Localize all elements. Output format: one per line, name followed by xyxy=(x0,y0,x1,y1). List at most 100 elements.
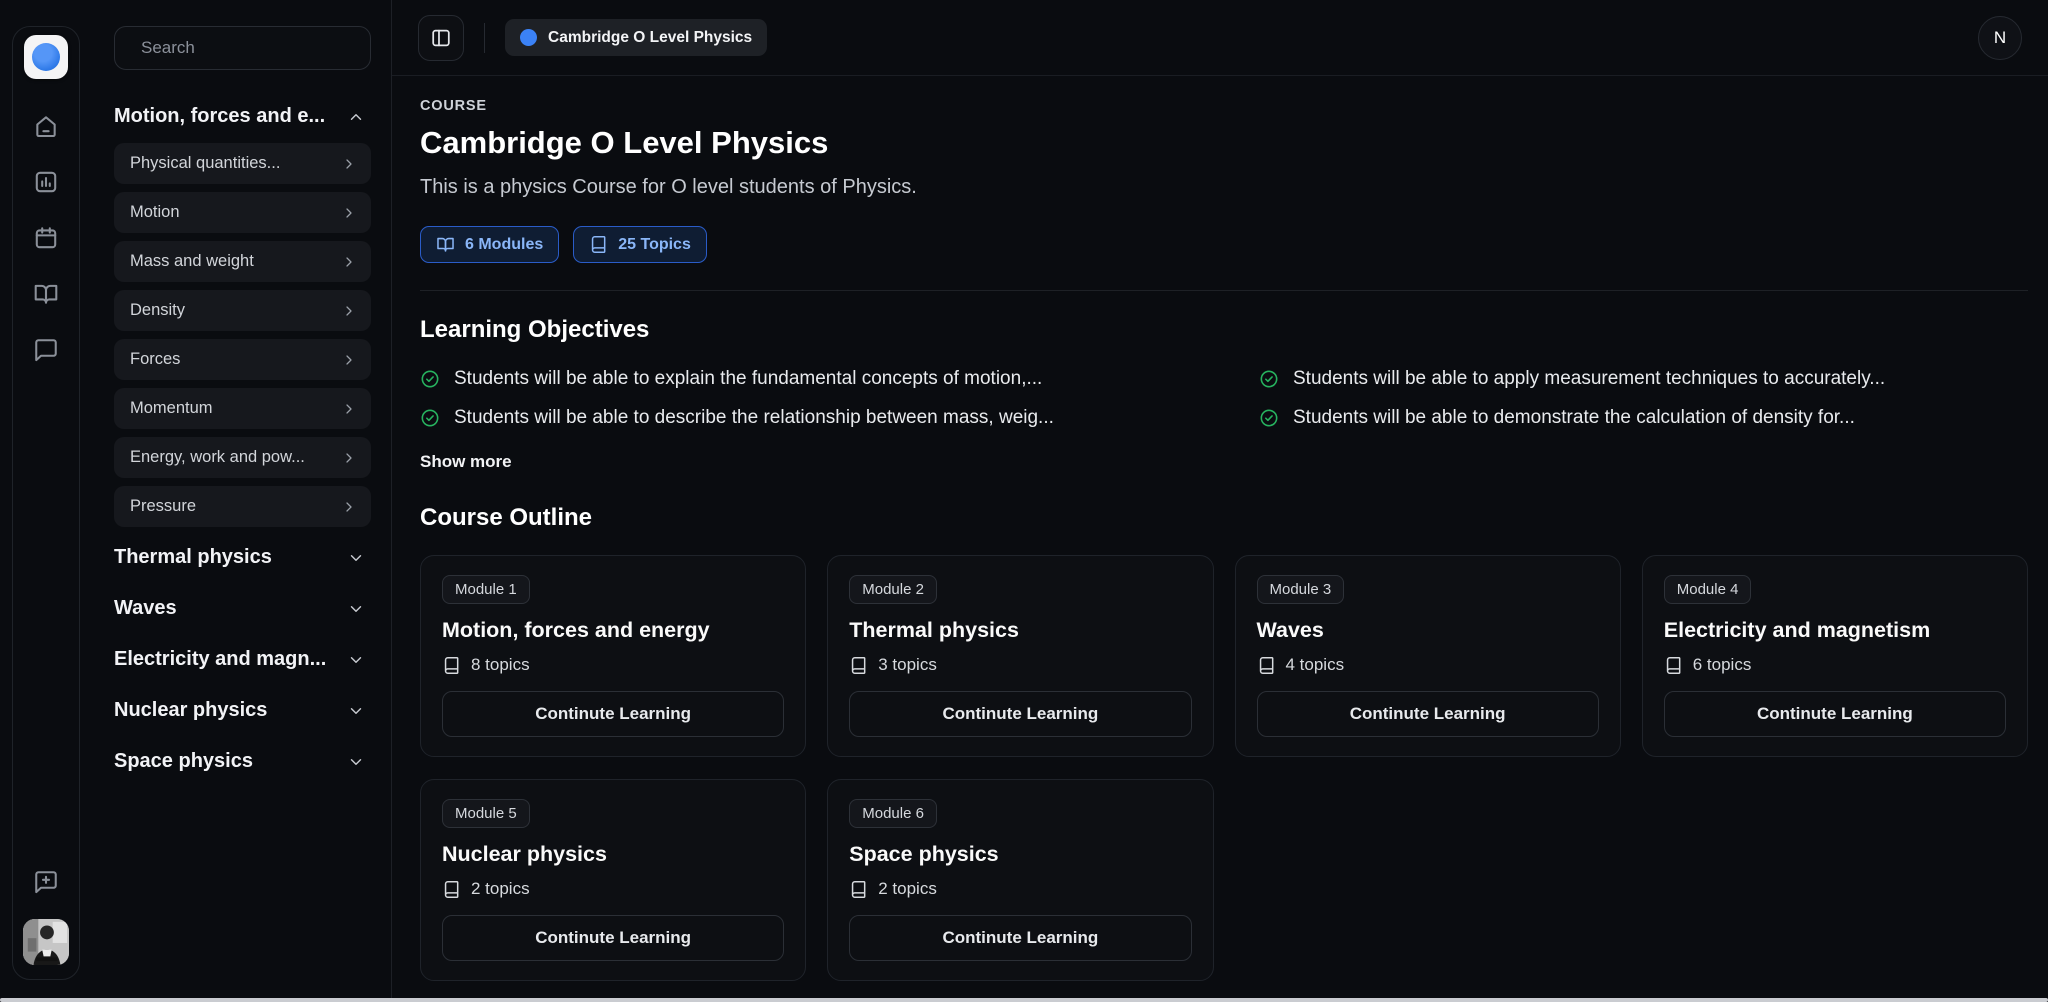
search-input[interactable] xyxy=(141,38,362,58)
module-badge: Module 5 xyxy=(442,799,530,828)
module-card-nuclear-physics: Module 5 Nuclear physics 2 topics Contin… xyxy=(420,779,806,981)
sidebar-item-momentum[interactable]: Momentum xyxy=(114,388,371,429)
chevron-right-icon xyxy=(341,205,357,221)
continue-learning-button[interactable]: Continute Learning xyxy=(849,691,1191,737)
module-badge: Module 6 xyxy=(849,799,937,828)
section-label: Space physics xyxy=(114,750,253,773)
chevron-right-icon xyxy=(341,303,357,319)
continue-learning-button[interactable]: Continute Learning xyxy=(1664,691,2006,737)
sidebar-item-label: Physical quantities... xyxy=(130,154,280,173)
sidebar-item-label: Density xyxy=(130,301,185,320)
continue-learning-button[interactable]: Continute Learning xyxy=(849,915,1191,961)
book-icon xyxy=(442,656,461,675)
rail-calendar-button[interactable] xyxy=(33,225,59,251)
chevron-down-icon xyxy=(347,600,365,618)
breadcrumb-label: Cambridge O Level Physics xyxy=(548,29,752,47)
sidebar-item-label: Motion xyxy=(130,203,180,222)
rail-chat-button[interactable] xyxy=(33,337,59,363)
objective-text: Students will be able to apply measureme… xyxy=(1293,368,1885,390)
rail-bottom xyxy=(23,869,69,965)
breadcrumb[interactable]: Cambridge O Level Physics xyxy=(505,19,767,56)
topics-count: 3 topics xyxy=(878,655,937,675)
course-stat-badge[interactable]: 6 Modules xyxy=(420,226,559,263)
module-badge: Module 2 xyxy=(849,575,937,604)
continue-learning-button[interactable]: Continute Learning xyxy=(442,691,784,737)
objective-text: Students will be able to describe the re… xyxy=(454,407,1054,429)
course-stat-badge[interactable]: 25 Topics xyxy=(573,226,707,263)
sidebar-toggle-button[interactable] xyxy=(418,15,464,61)
topics-count: 4 topics xyxy=(1286,655,1345,675)
module-title: Space physics xyxy=(849,842,1191,867)
rail-library-button[interactable] xyxy=(33,281,59,307)
course-sidebar: Motion, forces and e... Physical quantit… xyxy=(90,0,392,1002)
topics-count: 2 topics xyxy=(878,879,937,899)
message-plus-icon xyxy=(33,869,59,895)
chevron-right-icon xyxy=(341,450,357,466)
module-topics: 3 topics xyxy=(849,655,1191,675)
chevron-right-icon xyxy=(341,352,357,368)
module-title: Waves xyxy=(1257,618,1599,643)
topics-count: 2 topics xyxy=(471,879,530,899)
user-photo-avatar[interactable] xyxy=(23,919,69,965)
globe-logo-icon xyxy=(32,43,60,71)
outline-heading: Course Outline xyxy=(420,504,2028,532)
sidebar-item-density[interactable]: Density xyxy=(114,290,371,331)
course-page: COURSE Cambridge O Level Physics This is… xyxy=(392,76,2048,981)
rail-home-button[interactable] xyxy=(33,113,59,139)
app-logo[interactable] xyxy=(24,35,68,79)
continue-learning-button[interactable]: Continute Learning xyxy=(1257,691,1599,737)
chevron-right-icon xyxy=(341,156,357,172)
objective-item: Students will be able to describe the re… xyxy=(420,407,1189,429)
sidebar-section-electricity-and-magn[interactable]: Electricity and magn... xyxy=(114,639,371,680)
sidebar-item-label: Forces xyxy=(130,350,180,369)
continue-learning-button[interactable]: Continute Learning xyxy=(442,915,784,961)
sidebar-item-motion[interactable]: Motion xyxy=(114,192,371,233)
module-topics: 6 topics xyxy=(1664,655,2006,675)
page-title: Cambridge O Level Physics xyxy=(420,125,2028,161)
module-topics: 2 topics xyxy=(442,879,784,899)
topics-count: 8 topics xyxy=(471,655,530,675)
check-circle-icon xyxy=(1259,408,1279,428)
sidebar-item-label: Momentum xyxy=(130,399,213,418)
check-circle-icon xyxy=(420,408,440,428)
module-cards-grid: Module 1 Motion, forces and energy 8 top… xyxy=(420,555,2028,981)
feedback-button[interactable] xyxy=(33,869,59,895)
sidebar-section-space-physics[interactable]: Space physics xyxy=(114,741,371,782)
home-icon xyxy=(33,113,59,139)
user-avatar[interactable]: N xyxy=(1978,16,2022,60)
book-icon xyxy=(589,235,608,254)
rail-dashboard-button[interactable] xyxy=(33,169,59,195)
section-label: Electricity and magn... xyxy=(114,648,326,671)
show-more-link[interactable]: Show more xyxy=(420,452,512,472)
course-badges: 6 Modules 25 Topics xyxy=(420,226,2028,263)
sidebar-item-energy-work-and-pow[interactable]: Energy, work and pow... xyxy=(114,437,371,478)
sidebar-section-thermal-physics[interactable]: Thermal physics xyxy=(114,537,371,578)
sidebar-item-label: Energy, work and pow... xyxy=(130,448,305,467)
module-card-space-physics: Module 6 Space physics 2 topics Continut… xyxy=(827,779,1213,981)
chevron-right-icon xyxy=(341,254,357,270)
book-icon xyxy=(442,880,461,899)
module-title: Electricity and magnetism xyxy=(1664,618,2006,643)
check-circle-icon xyxy=(1259,369,1279,389)
sidebar-item-physical-quantities[interactable]: Physical quantities... xyxy=(114,143,371,184)
objective-text: Students will be able to demonstrate the… xyxy=(1293,407,1855,429)
rail-nav xyxy=(33,113,59,363)
library-icon xyxy=(33,281,59,307)
module-title: Nuclear physics xyxy=(442,842,784,867)
sidebar-section-motion-forces-and-e[interactable]: Motion, forces and e... xyxy=(114,96,371,137)
module-card-thermal-physics: Module 2 Thermal physics 3 topics Contin… xyxy=(827,555,1213,757)
search-box[interactable] xyxy=(114,26,371,70)
module-topics: 2 topics xyxy=(849,879,1191,899)
section-label: Waves xyxy=(114,597,177,620)
sidebar-item-mass-and-weight[interactable]: Mass and weight xyxy=(114,241,371,282)
horizontal-scrollbar[interactable] xyxy=(0,998,2048,1002)
sidebar-item-forces[interactable]: Forces xyxy=(114,339,371,380)
sidebar-section-waves[interactable]: Waves xyxy=(114,588,371,629)
sidebar-item-pressure[interactable]: Pressure xyxy=(114,486,371,527)
chevron-down-icon xyxy=(347,651,365,669)
dashboard-icon xyxy=(33,169,59,195)
sidebar-section-nuclear-physics[interactable]: Nuclear physics xyxy=(114,690,371,731)
chevron-right-icon xyxy=(341,401,357,417)
book-icon xyxy=(849,656,868,675)
module-card-waves: Module 3 Waves 4 topics Continute Learni… xyxy=(1235,555,1621,757)
